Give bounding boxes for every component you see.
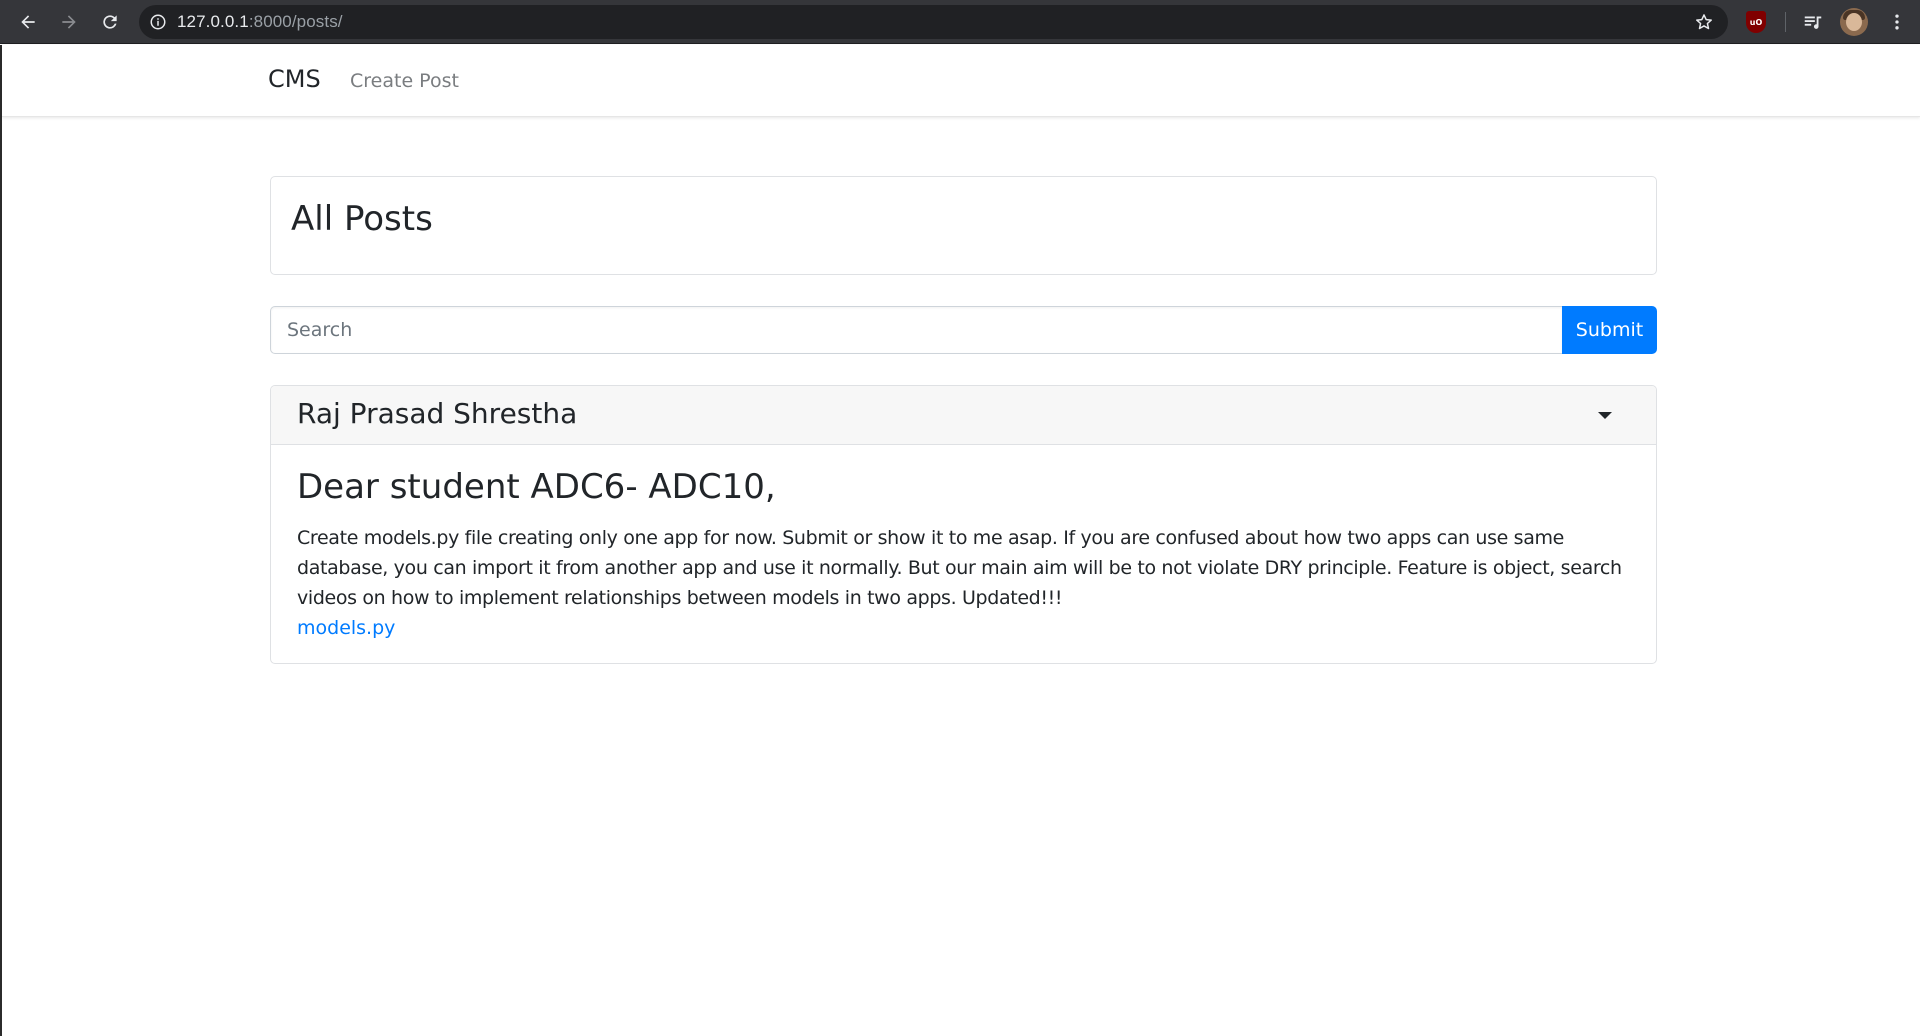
caret-down-icon[interactable]	[1598, 412, 1612, 419]
search-input[interactable]	[270, 306, 1562, 354]
ublock-extension-button[interactable]: uO	[1744, 10, 1768, 34]
back-button[interactable]	[12, 6, 44, 38]
post-card-header[interactable]: Raj Prasad Shrestha	[271, 386, 1656, 445]
avatar-face	[1846, 13, 1862, 31]
reload-button[interactable]	[94, 6, 126, 38]
toolbar-separator	[1785, 12, 1786, 32]
page-viewport: CMS Create Post All Posts Submit Raj Pra…	[0, 45, 1920, 1036]
post-card-body: Dear student ADC6- ADC10, Create models.…	[271, 445, 1656, 663]
forward-icon	[62, 15, 76, 29]
url-path: :8000/posts/	[248, 12, 343, 31]
nav-link-create-post[interactable]: Create Post	[350, 70, 459, 92]
submit-button[interactable]: Submit	[1562, 306, 1657, 354]
back-icon	[21, 15, 35, 29]
url-text[interactable]: 127.0.0.1:8000/posts/	[177, 12, 343, 32]
page-title: All Posts	[291, 199, 433, 239]
ublock-icon: uO	[1746, 11, 1766, 33]
bookmark-button[interactable]	[1688, 6, 1720, 38]
url-host: 127.0.0.1	[177, 12, 249, 31]
post-card: Raj Prasad Shrestha Dear student ADC6- A…	[270, 385, 1657, 664]
attachment-link[interactable]: models.py	[297, 613, 1630, 643]
reload-icon	[103, 15, 117, 29]
ublock-label: uO	[1749, 17, 1763, 27]
forward-button[interactable]	[53, 6, 85, 38]
browser-toolbar: 127.0.0.1:8000/posts/ uO	[0, 0, 1920, 44]
site-info-button[interactable]	[139, 5, 177, 39]
profile-avatar[interactable]	[1840, 8, 1868, 36]
media-icon	[1804, 16, 1822, 29]
brand-link[interactable]: CMS	[268, 65, 321, 93]
menu-icon	[1895, 14, 1899, 30]
post-title: Dear student ADC6- ADC10,	[297, 467, 776, 507]
search-form: Submit	[270, 306, 1657, 354]
navbar: CMS Create Post	[2, 45, 1920, 117]
browser-menu-button[interactable]	[1881, 6, 1913, 38]
info-icon	[150, 14, 166, 30]
post-author: Raj Prasad Shrestha	[297, 397, 578, 430]
post-body: Create models.py file creating only one …	[297, 527, 1622, 609]
star-icon	[1696, 14, 1712, 30]
media-control-button[interactable]	[1797, 6, 1829, 38]
address-bar[interactable]: 127.0.0.1:8000/posts/	[139, 5, 1728, 39]
page-header-box: All Posts	[270, 176, 1657, 275]
